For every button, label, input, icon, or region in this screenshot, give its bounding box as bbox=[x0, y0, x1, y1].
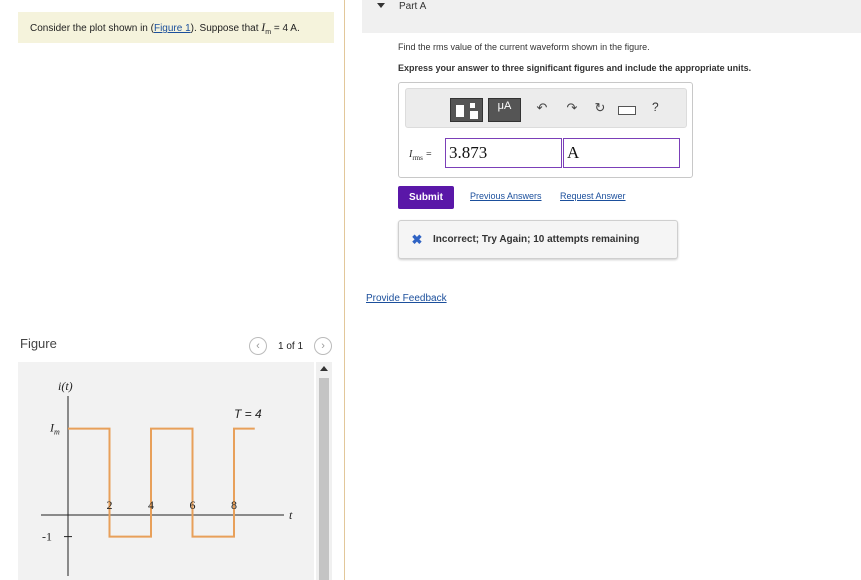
units-button[interactable]: μA bbox=[488, 98, 521, 122]
y-tick-label: -1 bbox=[42, 530, 52, 544]
templates-icon-part bbox=[470, 111, 478, 119]
feedback-box: ✖ Incorrect; Try Again; 10 attempts rema… bbox=[398, 220, 678, 259]
templates-icon-part bbox=[456, 105, 464, 117]
scroll-up-arrow-icon[interactable] bbox=[320, 366, 328, 371]
problem-statement: Consider the plot shown in (Figure 1). S… bbox=[18, 12, 334, 43]
provide-feedback-link[interactable]: Provide Feedback bbox=[366, 293, 447, 304]
irms-label: Irms = bbox=[409, 149, 432, 162]
problem-suffix: = 4 A. bbox=[271, 23, 300, 34]
scroll-thumb[interactable] bbox=[319, 378, 329, 580]
chevron-left-icon: ‹ bbox=[256, 340, 260, 352]
templates-button[interactable] bbox=[450, 98, 483, 122]
period-label: T = 4 bbox=[234, 407, 262, 421]
undo-icon[interactable]: ↶ bbox=[534, 100, 550, 116]
figure-label: Figure bbox=[20, 336, 57, 351]
figure-area: 2 4 6 8 i(t) t T = 4 Im -1 bbox=[18, 362, 314, 580]
question-text: Find the rms value of the current wavefo… bbox=[398, 42, 650, 52]
next-figure-button[interactable]: › bbox=[314, 337, 333, 355]
problem-middle: ). Suppose that bbox=[190, 23, 262, 34]
x-tick-label: 6 bbox=[190, 498, 196, 512]
waveform-line bbox=[68, 427, 255, 538]
keyboard-icon[interactable] bbox=[618, 106, 636, 115]
part-header[interactable]: Part A bbox=[362, 0, 861, 33]
math-toolbar: μA ↶ ↷ ↻ ? bbox=[405, 88, 687, 128]
reset-icon[interactable]: ↻ bbox=[592, 100, 608, 116]
redo-icon[interactable]: ↷ bbox=[564, 100, 580, 116]
caret-down-icon[interactable] bbox=[377, 3, 385, 8]
templates-icon-part bbox=[470, 103, 475, 108]
x-icon: ✖ bbox=[411, 232, 423, 247]
irms-eq: = bbox=[422, 149, 433, 160]
unit-input[interactable]: A bbox=[563, 138, 680, 168]
figure-link[interactable]: Figure 1 bbox=[154, 23, 191, 34]
chart-axes bbox=[41, 396, 284, 576]
x-axis-label: t bbox=[289, 508, 293, 522]
previous-answers-link[interactable]: Previous Answers bbox=[470, 191, 542, 201]
irms-sub: rms bbox=[412, 154, 423, 162]
value-input[interactable]: 3.873 bbox=[445, 138, 562, 168]
answer-box: μA ↶ ↷ ↻ ? Irms = 3.873 A bbox=[398, 82, 693, 178]
problem-prefix: Consider the plot shown in ( bbox=[30, 23, 154, 34]
x-tick-label: 2 bbox=[107, 498, 113, 512]
instructions-text: Express your answer to three significant… bbox=[398, 63, 752, 73]
figure-pager: ‹ 1 of 1 › bbox=[249, 337, 333, 355]
chart-series bbox=[68, 427, 255, 538]
part-title: Part A bbox=[399, 1, 427, 12]
x-tick-label: 4 bbox=[148, 498, 154, 512]
request-answer-link[interactable]: Request Answer bbox=[560, 191, 626, 201]
x-tick-label: 8 bbox=[231, 498, 237, 512]
chart-text: 2 4 6 8 i(t) t T = 4 Im -1 bbox=[42, 379, 293, 544]
left-pane: Consider the plot shown in (Figure 1). S… bbox=[0, 0, 345, 580]
y-axis-label: i(t) bbox=[58, 379, 73, 393]
y-tick-label: Im bbox=[49, 421, 60, 437]
prev-figure-button[interactable]: ‹ bbox=[249, 337, 267, 355]
chevron-right-icon: › bbox=[321, 340, 325, 352]
submit-button[interactable]: Submit bbox=[398, 186, 454, 209]
pager-count: 1 of 1 bbox=[278, 340, 304, 352]
waveform-chart: 2 4 6 8 i(t) t T = 4 Im -1 bbox=[41, 379, 293, 576]
help-icon[interactable]: ? bbox=[652, 100, 659, 114]
feedback-text: Incorrect; Try Again; 10 attempts remain… bbox=[433, 234, 640, 245]
figure-scrollbar[interactable] bbox=[316, 362, 332, 580]
